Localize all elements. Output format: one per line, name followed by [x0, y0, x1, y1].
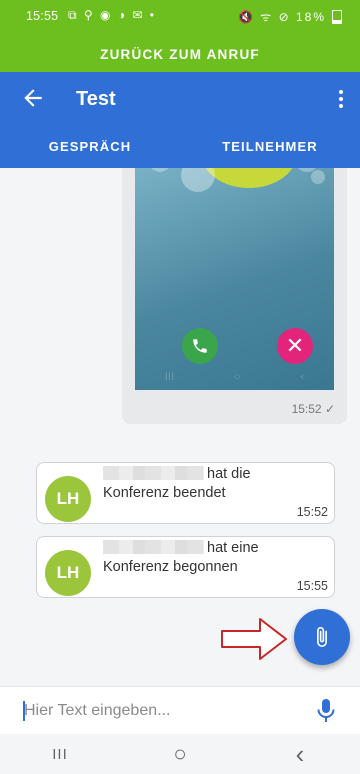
back-icon: ‹ — [295, 738, 305, 769]
text-cursor — [23, 701, 25, 721]
tab-conversation[interactable]: GESPRÄCH — [0, 124, 180, 168]
status-bar: 15:55 ⧉ ⚲ ◉ ◑ ✉ • 🔇 ᯤ ⊘ 18% — [0, 0, 360, 36]
system-message-text: hat eine Konferenz begonnen — [103, 539, 323, 577]
image-message-bubble: ✕ III ○ ‹ 15:52 ✓ — [122, 168, 347, 424]
paperclip-icon — [317, 627, 327, 647]
phone-decline-icon: ✕ — [277, 328, 313, 364]
status-time: 15:55 — [26, 9, 59, 23]
microphone-icon[interactable] — [314, 697, 338, 725]
avatar: LH — [45, 476, 91, 522]
phone-accept-icon — [182, 328, 218, 364]
overflow-menu-icon[interactable] — [338, 90, 344, 110]
message-line-2: Konferenz begonnen — [103, 559, 238, 575]
chat-history[interactable]: ✕ III ○ ‹ 15:52 ✓ LH hat die Konferenz bee… — [0, 168, 360, 678]
network-icons: 🔇 ᯤ ⊘ — [238, 10, 291, 24]
system-icons: 🔇 ᯤ ⊘ 18% — [238, 8, 326, 25]
recents-button[interactable]: III — [30, 734, 90, 774]
system-message-ended: LH hat die Konferenz beendet 15:52 — [36, 462, 335, 524]
notification-icons: ⧉ ⚲ ◉ ◑ ✉ • — [68, 8, 157, 22]
system-message-text: hat die Konferenz beendet — [103, 465, 323, 503]
message-line-1: hat eine — [207, 540, 259, 556]
message-input[interactable] — [22, 695, 286, 727]
screenshot-nav-bar: III ○ ‹ — [164, 371, 305, 383]
battery-percent: 18% — [295, 10, 326, 24]
page-title: Test — [76, 88, 116, 110]
system-message-started: LH hat eine Konferenz begonnen 15:55 — [36, 536, 335, 598]
tab-participants[interactable]: TEILNEHMER — [180, 124, 360, 168]
avatar: LH — [45, 550, 91, 596]
message-line-1: hat die — [207, 466, 251, 482]
message-timestamp: 15:52 — [296, 505, 328, 519]
system-nav-bar: III ○ ‹ — [0, 734, 360, 774]
message-composer — [0, 686, 360, 735]
battery-icon — [332, 10, 342, 24]
back-button[interactable]: ‹ — [270, 734, 330, 774]
annotation-arrow-icon — [221, 618, 287, 660]
attach-file-button[interactable] — [294, 609, 350, 665]
home-icon: ○ — [173, 741, 187, 766]
back-arrow-icon[interactable] — [20, 85, 46, 111]
home-button[interactable]: ○ — [150, 734, 210, 774]
screenshot-attachment[interactable]: ✕ III ○ ‹ — [135, 168, 334, 390]
app-toolbar: Test GESPRÄCH TEILNEHMER — [0, 72, 360, 168]
recents-icon: III — [52, 745, 68, 763]
message-timestamp: 15:55 — [296, 579, 328, 593]
message-line-2: Konferenz beendet — [103, 485, 226, 501]
return-to-call-button[interactable]: ZURÜCK ZUM ANRUF — [0, 36, 360, 72]
tab-bar: GESPRÄCH TEILNEHMER — [0, 124, 360, 168]
message-timestamp: 15:52 ✓ — [291, 402, 335, 416]
